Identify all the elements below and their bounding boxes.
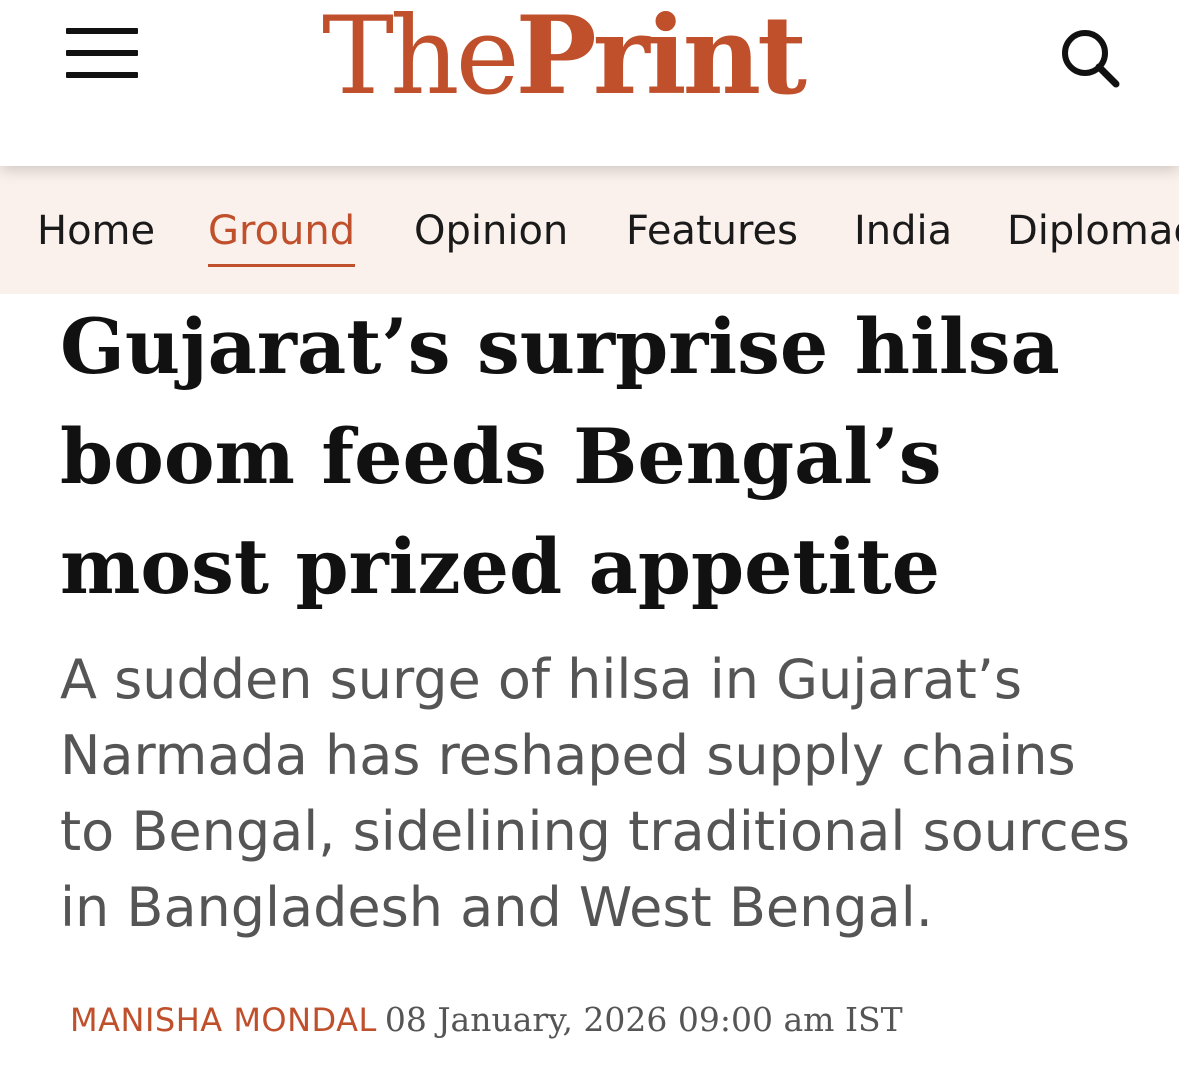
byline: MANISHA MONDAL 08 January, 2026 09:00 am… [70, 1000, 903, 1039]
publish-date: 08 January, 2026 09:00 am IST [384, 1000, 903, 1039]
logo-the: The [322, 0, 520, 119]
article-headline: Gujarat’s surprise hilsa boom feeds Beng… [60, 302, 1060, 611]
nav-item-india[interactable]: India [854, 206, 952, 256]
author-name[interactable]: MANISHA MONDAL [70, 1001, 377, 1039]
nav-item-diplomacy[interactable]: Diplomacy [1007, 206, 1179, 256]
nav-item-features[interactable]: Features [626, 206, 798, 256]
hamburger-menu-icon[interactable] [66, 28, 138, 80]
nav-item-home[interactable]: Home [37, 206, 155, 256]
search-icon[interactable] [1058, 26, 1122, 90]
nav-item-opinion[interactable]: Opinion [414, 206, 568, 256]
logo-print: Print [515, 0, 808, 119]
nav-item-ground[interactable]: Ground [208, 206, 356, 267]
site-logo[interactable]: ThePrint [322, 0, 807, 113]
site-header: ThePrint [0, 0, 1179, 166]
article-summary: A sudden surge of hilsa in Gujarat’s Nar… [60, 648, 1131, 939]
section-nav: Home Ground Opinion Features India Diplo… [0, 166, 1179, 294]
